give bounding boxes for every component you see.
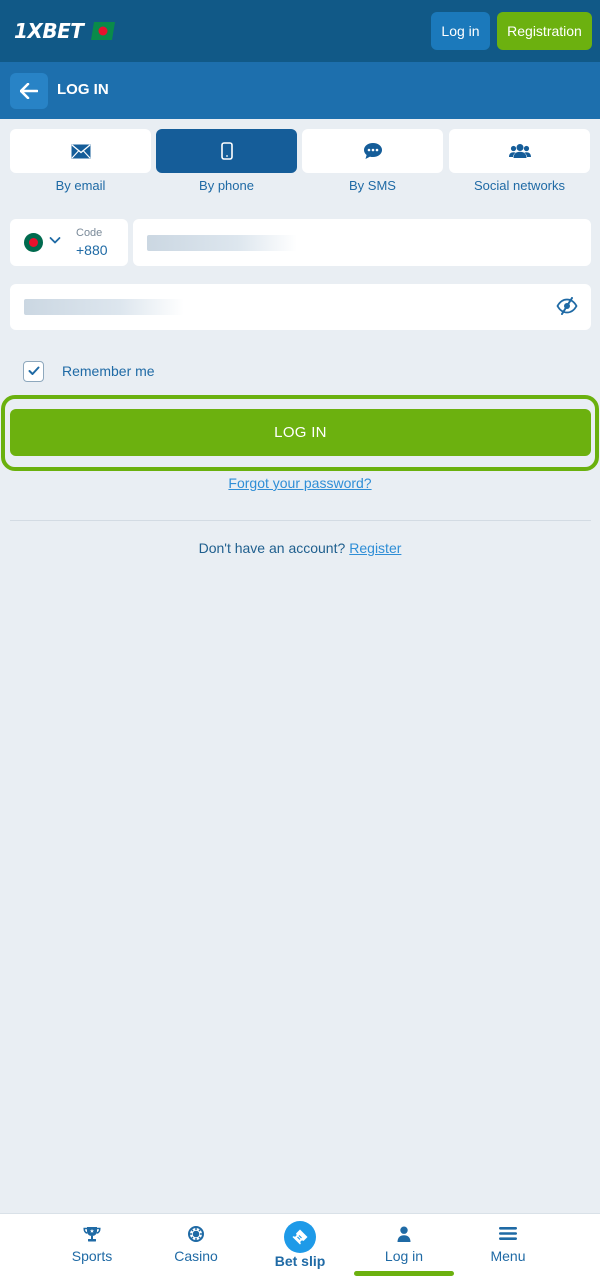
arrow-left-icon [20,83,38,99]
password-field[interactable] [10,284,591,330]
chat-icon [363,143,382,159]
page-title: LOG IN [57,81,109,98]
header-login-button[interactable]: Log in [431,12,490,50]
ticket-icon [292,1229,308,1245]
chevron-down-icon [49,237,61,244]
code-label: Code [76,227,103,239]
tab-label: By SMS [349,178,396,193]
tab-label: By email [55,178,106,193]
signup-text: Don't have an account? [198,540,346,556]
eye-slash-icon[interactable] [556,297,578,315]
nav-bet-slip[interactable]: Bet slip [248,1214,352,1280]
tab-by-email[interactable]: By email [10,129,151,193]
trophy-icon [83,1227,101,1242]
register-link[interactable]: Register [349,540,401,556]
page-header: LOG IN [0,62,600,119]
redacted-password [24,299,184,315]
tab-social-networks[interactable]: Social networks [449,129,590,193]
users-icon [508,144,531,158]
divider [10,520,591,521]
phone-icon [220,142,233,160]
tab-by-sms[interactable]: By SMS [302,129,443,193]
phone-number-field[interactable] [133,219,591,266]
checkbox[interactable] [23,360,44,382]
logo-text: 1XBET [14,19,84,43]
tab-label: By phone [199,178,254,193]
tab-label: Social networks [473,178,566,193]
bottom-navigation: Sports Casino Bet slip Log in Menu [0,1213,600,1280]
nav-label: Log in [384,1248,424,1264]
code-value: +880 [76,242,108,258]
nav-casino[interactable]: Casino [144,1214,248,1280]
signup-prompt: Don't have an account? Register [0,540,600,556]
nav-label: Menu [490,1248,526,1264]
bangladesh-flag-icon [24,233,43,252]
forgot-password-row: Forgot your password? [0,475,600,491]
redacted-phone-number [147,235,297,251]
casino-chip-icon [188,1226,204,1242]
nav-label: Casino [174,1248,218,1264]
bangladesh-flag-icon [91,22,116,40]
tab-by-phone[interactable]: By phone [156,129,297,193]
nav-menu[interactable]: Menu [456,1214,560,1280]
logo[interactable]: 1XBET [14,18,116,44]
nav-label: Bet slip [274,1253,326,1269]
login-method-tabs: By email By phone By SMS Social networks [10,129,590,199]
envelope-icon [71,144,90,158]
check-icon [28,366,39,375]
back-button[interactable] [10,73,48,109]
header-registration-button[interactable]: Registration [497,12,592,50]
top-header: 1XBET Log in Registration [0,0,600,62]
bet-slip-badge [284,1221,316,1253]
remember-me-label: Remember me [62,363,155,379]
country-code-select[interactable]: Code +880 [10,219,128,266]
remember-me-checkbox[interactable]: Remember me [23,360,155,382]
active-nav-indicator [354,1271,454,1276]
login-submit-button[interactable]: LOG IN [10,409,591,456]
forgot-password-link[interactable]: Forgot your password? [228,475,371,491]
nav-label: Sports [71,1248,113,1264]
user-icon [397,1226,411,1242]
nav-sports[interactable]: Sports [40,1214,144,1280]
hamburger-icon [499,1227,517,1240]
